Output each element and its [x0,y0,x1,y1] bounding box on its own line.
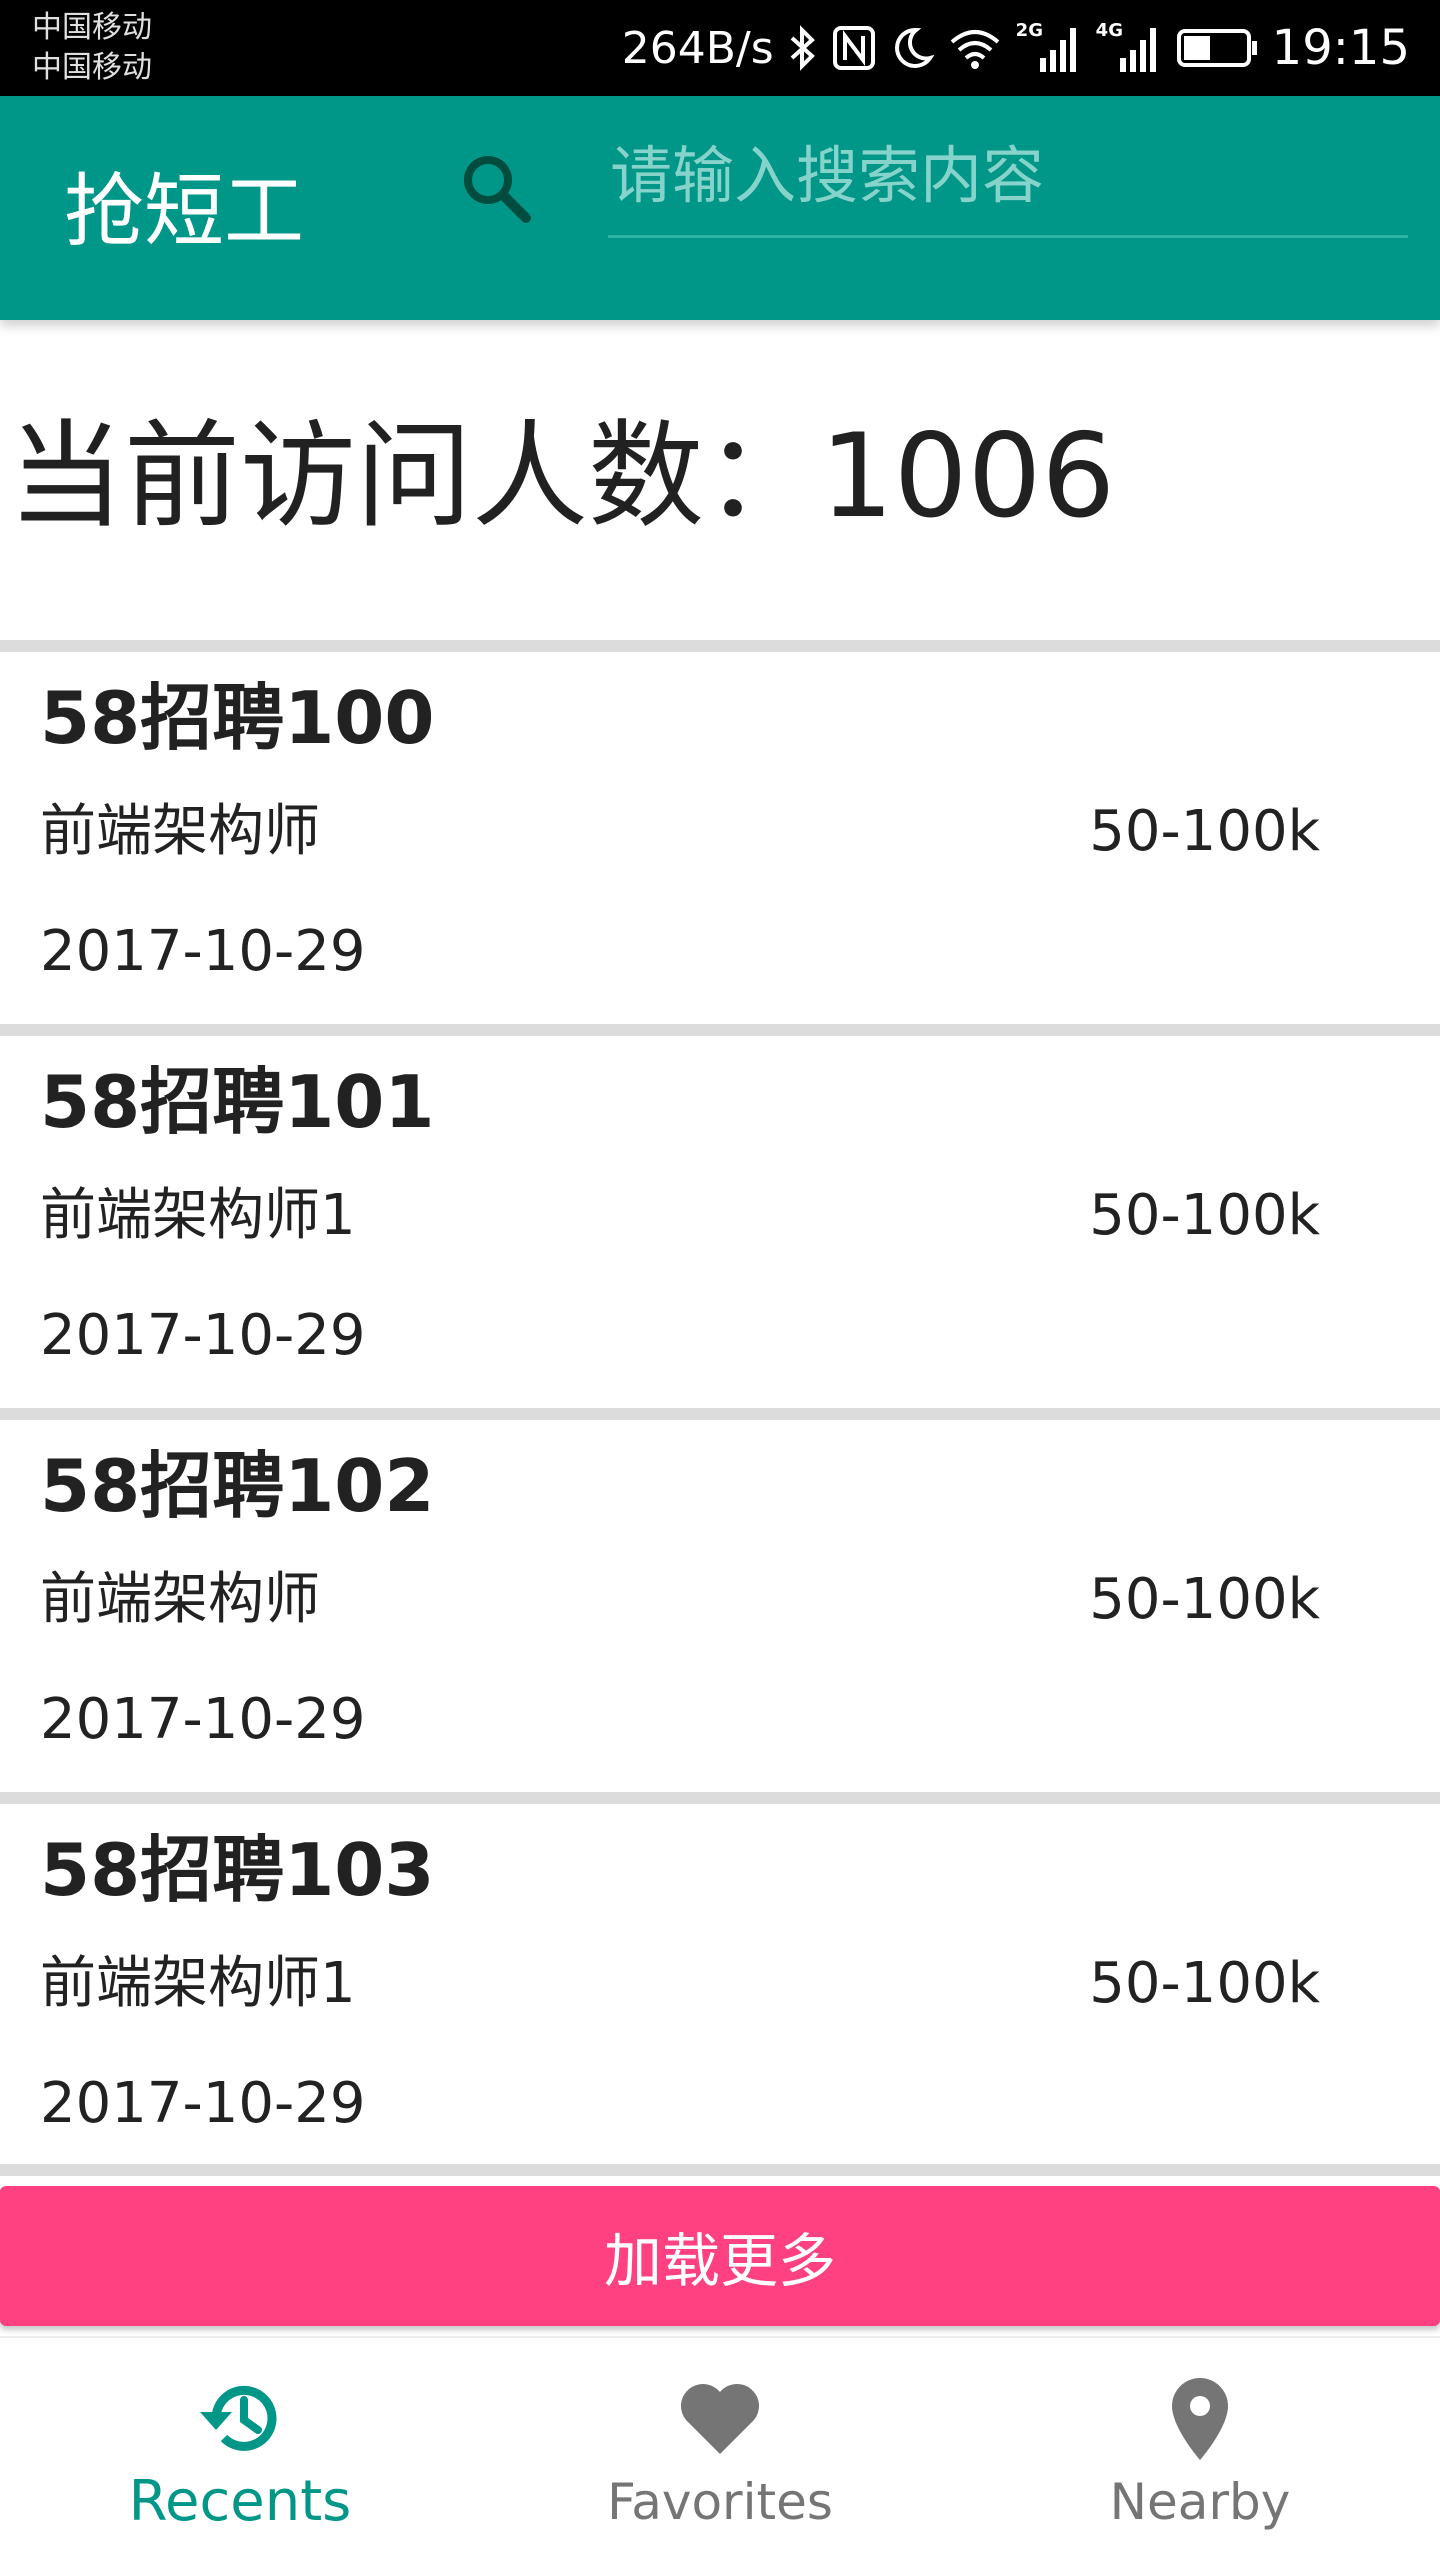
visitor-count-value: 1006 [820,409,1116,544]
carrier-names: 中国移动 中国移动 [32,8,152,88]
job-salary: 50-100k [1089,799,1320,864]
job-position: 前端架构师 [40,799,320,864]
network-speed: 264B/s [621,22,774,74]
battery-icon [1176,26,1258,70]
bluetooth-icon [788,24,818,72]
signal-strength-4g-icon: 4G [1096,18,1162,78]
nav-label-favorites: Favorites [607,2473,833,2531]
job-salary: 50-100k [1089,1951,1320,2016]
search-icon[interactable] [456,148,536,228]
clock: 19:15 [1271,20,1410,76]
job-date: 2017-10-29 [40,919,366,984]
job-date: 2017-10-29 [40,1687,366,1752]
job-title: 58招聘101 [40,1060,435,1144]
bottom-navigation: Recents Favorites Nearby [0,2336,1440,2560]
app-title: 抢短工 [64,165,304,258]
job-card[interactable]: 58招聘102 前端架构师 50-100k 2017-10-29 [0,1408,1440,1792]
job-title: 58招聘100 [40,676,435,760]
signal-4g-label: 4G [1095,20,1123,41]
job-salary: 50-100k [1089,1567,1320,1632]
search-input[interactable] [608,126,1408,238]
load-more-container: 加载更多 [0,2164,1440,2336]
job-position: 前端架构师1 [40,1183,356,1248]
job-title: 58招聘103 [40,1828,435,1912]
status-icons: 264B/s 2G 4G 19:15 [622,0,1410,96]
location-pin-icon [1172,2378,1228,2460]
signal-2g-label: 2G [1015,20,1043,41]
job-card[interactable]: 58招聘101 前端架构师1 50-100k 2017-10-29 [0,1024,1440,1408]
nav-item-nearby[interactable]: Nearby [960,2338,1440,2560]
signal-strength-2g-icon: 2G [1016,18,1082,78]
nfc-icon [832,24,876,72]
nav-label-recents: Recents [128,2469,352,2534]
heart-icon [680,2383,760,2454]
job-position: 前端架构师1 [40,1951,356,2016]
carrier-2: 中国移动 [32,50,152,85]
job-salary: 50-100k [1089,1183,1320,1248]
job-list: 58招聘100 前端架构师 50-100k 2017-10-29 58招聘101… [0,640,1440,2176]
nav-label-nearby: Nearby [1109,2473,1291,2531]
job-date: 2017-10-29 [40,2071,366,2136]
app-bar: 抢短工 [0,96,1440,320]
load-more-button[interactable]: 加载更多 [0,2186,1440,2326]
visitor-count: 当前访问人数：1006 [8,402,1115,552]
carrier-1: 中国移动 [32,10,152,45]
job-card[interactable]: 58招聘103 前端架构师1 50-100k 2017-10-29 [0,1792,1440,2176]
job-title: 58招聘102 [40,1444,435,1528]
nav-item-favorites[interactable]: Favorites [480,2338,960,2560]
job-date: 2017-10-29 [40,1303,366,1368]
wifi-icon [948,24,1002,72]
history-icon [200,2385,277,2451]
job-card[interactable]: 58招聘100 前端架构师 50-100k 2017-10-29 [0,640,1440,1024]
job-position: 前端架构师 [40,1567,320,1632]
nav-item-recents[interactable]: Recents [0,2338,480,2560]
visitor-count-label: 当前访问人数： [8,409,820,544]
do-not-disturb-moon-icon [890,24,934,72]
status-bar: 中国移动 中国移动 264B/s 2G 4G 19:15 [0,0,1440,96]
